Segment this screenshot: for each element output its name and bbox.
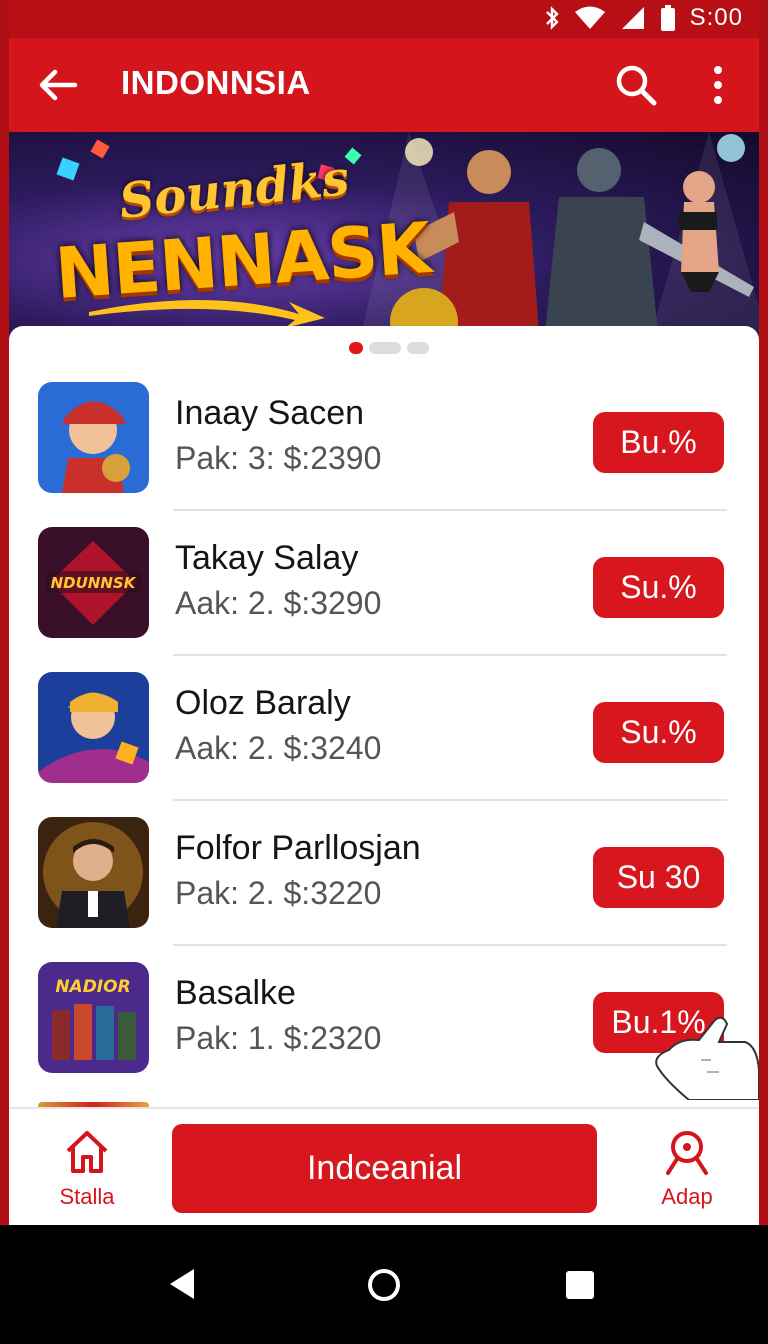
status-icons: S:00 xyxy=(544,4,743,32)
list-item[interactable]: Folfor Parllosjan Pak: 2. $:3220 Su 30 xyxy=(9,801,759,946)
item-thumbnail-label: NDUNNSK xyxy=(51,574,137,592)
app-screen: S:00 INDONNSIA Soundks NENNASK Inaay Sac… xyxy=(9,0,759,1225)
system-navigation-bar xyxy=(0,1225,768,1344)
item-thumbnail-label: NADIOR xyxy=(55,977,130,997)
signal-icon xyxy=(621,7,644,29)
item-thumbnail xyxy=(38,817,149,928)
item-thumbnail: NDUNNSK xyxy=(38,527,149,638)
wifi-icon xyxy=(574,6,605,29)
page-title: INDONNSIA xyxy=(121,64,311,101)
status-bar: S:00 xyxy=(9,0,759,38)
item-name: Basalke xyxy=(175,974,296,1012)
item-name: Inaay Sacen xyxy=(175,394,365,432)
buy-button[interactable]: Bu.% xyxy=(593,412,724,473)
buy-button[interactable]: Su 30 xyxy=(593,847,724,908)
battery-icon xyxy=(660,5,675,31)
item-thumbnail: NADIOR xyxy=(38,962,149,1073)
promo-banner[interactable]: Soundks NENNASK xyxy=(9,132,759,342)
item-name: Takay Salay xyxy=(175,539,359,577)
carousel-dot[interactable] xyxy=(369,342,401,354)
item-price: Aak: 2. $:3290 xyxy=(175,585,382,621)
nav-profile-label: Adap xyxy=(661,1184,713,1209)
app-bar: INDONNSIA xyxy=(9,38,759,132)
status-time: S:00 xyxy=(689,4,743,31)
carousel-dot[interactable] xyxy=(407,342,429,354)
carousel-indicator xyxy=(349,342,429,354)
item-price: Pak: 2. $:3220 xyxy=(175,875,382,911)
more-vert-icon[interactable] xyxy=(703,62,733,108)
bluetooth-icon xyxy=(545,6,559,30)
back-arrow-icon[interactable] xyxy=(35,62,81,108)
home-icon xyxy=(66,1131,108,1173)
item-thumbnail xyxy=(38,672,149,783)
item-sheet: Inaay Sacen Pak: 3: $:2390 Bu.% NDUNNSK … xyxy=(9,326,759,1225)
pointer-hand-icon xyxy=(655,1016,759,1100)
list-item[interactable]: Oloz Baraly Aak: 2. $:3240 Su.% xyxy=(9,656,759,801)
item-price: Pak: 1. $:2320 xyxy=(175,1020,382,1056)
item-name: Folfor Parllosjan xyxy=(175,829,421,867)
profile-icon xyxy=(666,1131,708,1175)
primary-action-button[interactable]: Indceanial xyxy=(172,1124,597,1213)
item-name: Oloz Baraly xyxy=(175,684,351,722)
buy-button[interactable]: Su.% xyxy=(593,702,724,763)
system-recents-icon[interactable] xyxy=(566,1271,594,1299)
list-item[interactable]: NDUNNSK Takay Salay Aak: 2. $:3290 Su.% xyxy=(9,511,759,656)
system-back-icon[interactable] xyxy=(168,1267,196,1301)
nav-home[interactable]: Stalla xyxy=(45,1127,129,1210)
item-price: Pak: 3: $:2390 xyxy=(175,440,382,476)
package-list: Inaay Sacen Pak: 3: $:2390 Bu.% NDUNNSK … xyxy=(9,366,759,1091)
list-item[interactable]: NADIOR Basalke Pak: 1. $:2320 Bu.1% xyxy=(9,946,759,1091)
bottom-bar: Stalla Indceanial Adap xyxy=(9,1107,759,1225)
item-thumbnail xyxy=(38,382,149,493)
carousel-dot-active[interactable] xyxy=(349,342,363,354)
app-frame: S:00 INDONNSIA Soundks NENNASK Inaay Sac… xyxy=(0,0,768,1344)
list-item[interactable]: Inaay Sacen Pak: 3: $:2390 Bu.% xyxy=(9,366,759,511)
nav-home-label: Stalla xyxy=(59,1184,115,1209)
item-price: Aak: 2. $:3240 xyxy=(175,730,382,766)
search-icon[interactable] xyxy=(613,62,659,108)
system-home-icon[interactable] xyxy=(366,1267,402,1303)
nav-profile[interactable]: Adap xyxy=(645,1127,729,1210)
buy-button[interactable]: Su.% xyxy=(593,557,724,618)
